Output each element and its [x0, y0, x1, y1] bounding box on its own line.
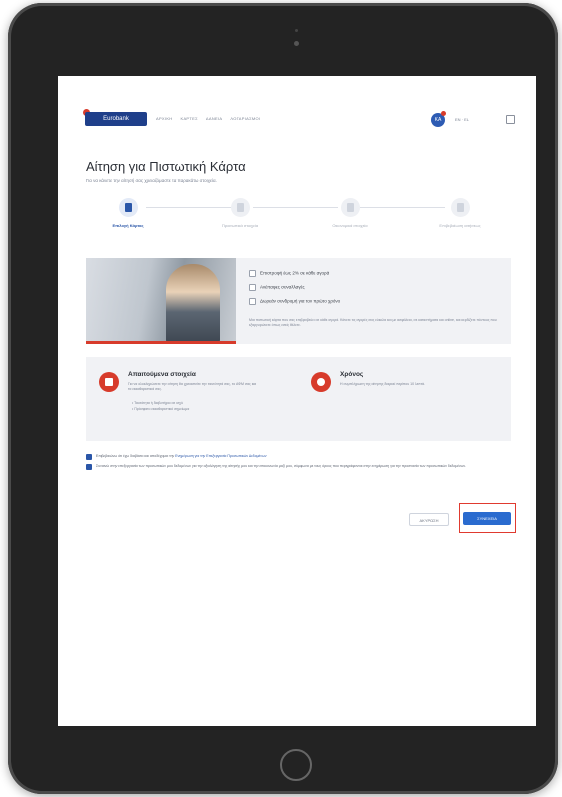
step-personal-details[interactable]: Προσωπικά στοιχεία: [200, 198, 280, 228]
step-label: Επιβεβαίωση αιτήσεως: [439, 223, 481, 228]
sensor-dot: [295, 29, 298, 32]
step-financial-details[interactable]: Οικονομικά στοιχεία: [310, 198, 390, 228]
feature-text: Δωρεάν συνδρομή για τον πρώτο χρόνο: [260, 298, 341, 304]
document-icon: [340, 198, 360, 217]
nav-link-home[interactable]: ΑΡΧΙΚΗ: [156, 116, 172, 121]
promo-photo: [86, 258, 236, 344]
step-label: Προσωπικά στοιχεία: [221, 223, 259, 228]
woman-photo: [166, 264, 220, 344]
menu-icon[interactable]: [506, 115, 515, 124]
info-title-time: Χρόνος: [340, 371, 364, 378]
info-panel: Απαιτούμενα στοιχεία Για να ολοκληρώσετε…: [86, 357, 511, 441]
privacy-link[interactable]: Ενημέρωση για την Επεξεργασία Προσωπικών…: [175, 454, 266, 458]
info-title-documents: Απαιτούμενα στοιχεία: [128, 371, 196, 378]
feature-item: Επιστροφή έως 2% σε κάθε αγορά: [249, 270, 329, 277]
language-switch[interactable]: EN · EL: [455, 117, 469, 122]
bank-logo[interactable]: Eurobank: [85, 112, 147, 126]
checkbox-icon: [249, 284, 256, 291]
offer-description: Μια πιστωτική κάρτα που σας επιβραβεύει …: [249, 318, 497, 327]
continue-button[interactable]: ΣΥΝΕΧΕΙΑ: [463, 512, 511, 525]
step-label: Επιλογή Κάρτας: [112, 223, 144, 228]
consent-text: Συναινώ στην επεξεργασία των προσωπικών …: [96, 464, 467, 468]
card-offer-panel: Επιστροφή έως 2% σε κάθε αγορά Ανέπαφες …: [86, 258, 511, 344]
browser-screen: Eurobank ΑΡΧΙΚΗ ΚΑΡΤΕΣ ΔΑΝΕΙΑ ΛΟΓΑΡΙΑΣΜΟ…: [58, 76, 536, 726]
consent-checkbox[interactable]: [86, 454, 92, 460]
cancel-button[interactable]: ΑΚΥΡΩΣΗ: [409, 513, 449, 526]
accent-bar: [86, 341, 236, 344]
info-text-documents: Για να ολοκληρώσετε την αίτηση θα χρειασ…: [128, 382, 257, 391]
step-card-selection[interactable]: Επιλογή Κάρτας: [88, 198, 168, 228]
step-confirmation[interactable]: Επιβεβαίωση αιτήσεως: [420, 198, 500, 228]
progress-stepper: Επιλογή Κάρτας Προσωπικά στοιχεία Οικονο…: [88, 198, 508, 242]
feature-text: Επιστροφή έως 2% σε κάθε αγορά: [260, 270, 330, 276]
step-label: Οικονομικά στοιχεία: [332, 223, 368, 228]
consent-text: Επιβεβαιώνω ότι έχω διαβάσει και αποδέχο…: [96, 454, 176, 458]
info-bullet: • Πρόσφατο εκκαθαριστικό σημείωμα: [132, 407, 190, 411]
home-button[interactable]: [280, 749, 312, 781]
card-icon: [118, 198, 138, 217]
checkbox-icon: [249, 270, 256, 277]
top-navigation: Eurobank ΑΡΧΙΚΗ ΚΑΡΤΕΣ ΔΑΝΕΙΑ ΛΟΓΑΡΙΑΣΜΟ…: [58, 76, 536, 166]
feature-item: Δωρεάν συνδρομή για τον πρώτο χρόνο: [249, 298, 340, 305]
nav-link-accounts[interactable]: ΛΟΓΑΡΙΑΣΜΟΙ: [230, 116, 260, 121]
checkbox-icon: [249, 298, 256, 305]
page-subtitle: Για να κάνετε την αίτησή σας χρειαζόμαστ…: [86, 178, 217, 183]
person-icon: [230, 198, 250, 217]
feature-text: Ανέπαφες συναλλαγές: [260, 284, 305, 290]
tablet-frame: Eurobank ΑΡΧΙΚΗ ΚΑΡΤΕΣ ΔΑΝΕΙΑ ΛΟΓΑΡΙΑΣΜΟ…: [8, 3, 558, 794]
nav-link-cards[interactable]: ΚΑΡΤΕΣ: [180, 116, 197, 121]
consent-row: Συναινώ στην επεξεργασία των προσωπικών …: [86, 464, 511, 470]
camera-icon: [294, 41, 299, 46]
consent-row: Επιβεβαιώνω ότι έχω διαβάσει και αποδέχο…: [86, 454, 511, 460]
document-icon: [99, 372, 119, 392]
info-bullet: • Ταυτότητα ή διαβατήριο σε ισχύ: [132, 401, 183, 405]
notification-badge: [441, 111, 446, 116]
nav-link-loans[interactable]: ΔΑΝΕΙΑ: [206, 116, 222, 121]
consent-checkbox[interactable]: [86, 464, 92, 470]
clock-icon: [311, 372, 331, 392]
page-title: Αίτηση για Πιστωτική Κάρτα: [86, 159, 246, 174]
check-icon: [450, 198, 470, 217]
feature-item: Ανέπαφες συναλλαγές: [249, 284, 305, 291]
info-text-time: Η συμπλήρωση της αίτησης διαρκεί περίπου…: [340, 382, 426, 386]
nav-links: ΑΡΧΙΚΗ ΚΑΡΤΕΣ ΔΑΝΕΙΑ ΛΟΓΑΡΙΑΣΜΟΙ: [156, 116, 260, 121]
